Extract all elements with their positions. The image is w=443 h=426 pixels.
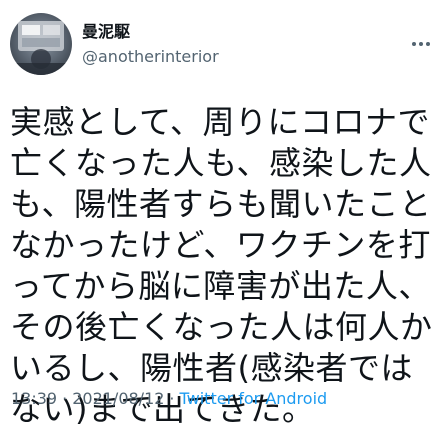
author-display-name[interactable]: 曼泥駆: [82, 22, 219, 42]
tweet-text: 実感として、周りにコロナで亡くなった人も、感染した人も、陽性者すらも聞いたことな…: [10, 103, 433, 426]
author-block: 曼泥駆 @anotherinterior: [82, 22, 219, 66]
meta-separator: ·: [169, 389, 175, 408]
tweet-time[interactable]: 13:39: [11, 389, 57, 408]
more-horizontal-icon: [412, 42, 430, 46]
author-handle[interactable]: @anotherinterior: [82, 48, 219, 66]
tweet-source-link[interactable]: Twitter for Android: [180, 389, 328, 408]
tweet-meta: 13:39 · 2021/08/12 · Twitter for Android: [11, 389, 327, 409]
more-options-button[interactable]: [409, 32, 433, 56]
avatar[interactable]: [10, 13, 72, 75]
avatar-image: [10, 13, 72, 75]
tweet-date[interactable]: 2021/08/12: [72, 389, 164, 408]
tweet-card: 曼泥駆 @anotherinterior 実感として、周りにコロナで亡くなった人…: [0, 0, 443, 426]
meta-separator: ·: [62, 389, 68, 408]
